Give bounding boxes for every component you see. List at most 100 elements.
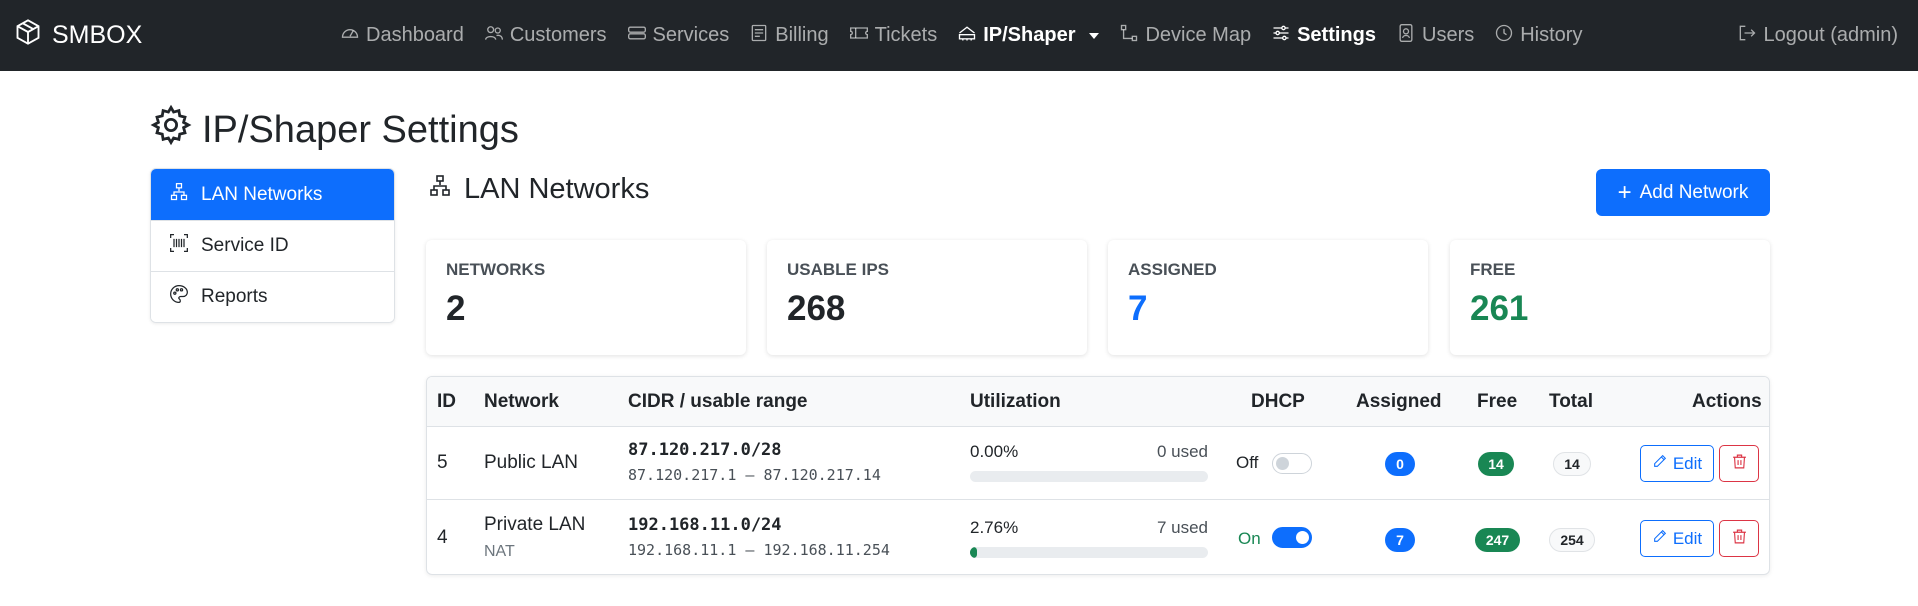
edit-label: Edit [1672,528,1703,548]
nav-device-map[interactable]: Device Map [1109,23,1261,49]
toggle-knob [1276,457,1289,470]
section-title: LAN Networks [428,173,649,206]
nav-users[interactable]: Users [1386,23,1484,49]
dhcp-toggle[interactable] [1272,527,1312,548]
sidebar-item-label: Reports [201,286,268,307]
nav-services[interactable]: Services [617,23,740,49]
nav-label: Customers [509,24,607,46]
speedometer-icon [340,23,360,49]
utilization-bar [970,471,1208,482]
utilization-bar [970,547,1208,558]
total-badge: 254 [1549,528,1595,552]
sidebar-item-label: LAN Networks [201,183,323,205]
row-utilization-percent: 2.76% [970,518,1019,537]
ticket-icon [849,23,869,49]
row-utilization-used: 7 used [1156,518,1208,537]
people-icon [484,23,504,49]
stat-value: 2 [446,289,466,328]
brand-name: SMBOX [52,21,143,49]
column-header: Free [1477,391,1518,412]
column-header: Actions [1692,391,1762,412]
row-cidr: 87.120.217.0/28 [628,440,782,460]
person-badge-icon [1396,23,1416,49]
column-header: Network [484,391,559,412]
brand[interactable]: SMBOX [14,0,142,71]
logout-label: Logout (admin) [1763,24,1898,46]
pencil-icon [1652,528,1668,549]
upc-scan-icon [169,233,189,259]
stat-card-networks: NETWORKS 2 [426,240,746,355]
nav-label: Billing [775,24,829,46]
nav-label: Device Map [1145,24,1252,46]
receipt-icon [749,23,769,49]
stat-label: NETWORKS [446,260,546,279]
nav-label: Dashboard [366,24,464,46]
row-id: 5 [437,452,448,473]
stat-label: ASSIGNED [1128,260,1217,279]
section-title-text: LAN Networks [464,173,650,205]
edit-button[interactable]: Edit [1640,520,1714,557]
dhcp-toggle[interactable] [1272,453,1312,474]
nav-label: Tickets [874,24,938,46]
sidebar-item-reports[interactable]: Reports [151,271,394,322]
row-dhcp-status: On [1238,529,1261,548]
main-nav: Dashboard Customers Services Billing Tic… [330,0,1592,71]
stat-value: 261 [1470,289,1529,328]
edit-label: Edit [1672,453,1703,473]
nav-history[interactable]: History [1484,23,1592,49]
column-header: Total [1549,391,1593,412]
free-badge: 14 [1478,452,1514,476]
add-network-button[interactable]: + Add Network [1596,169,1770,216]
stat-card-assigned: ASSIGNED 7 [1108,240,1428,355]
network-icon [957,23,977,49]
row-network-name: Public LAN [484,452,578,473]
column-header: DHCP [1251,391,1305,412]
delete-button[interactable] [1719,520,1759,557]
nav-dashboard[interactable]: Dashboard [330,23,474,49]
nav-label: History [1520,24,1583,46]
nav-label: Services [652,24,730,46]
nav-billing[interactable]: Billing [739,23,838,49]
column-header: ID [437,391,456,412]
row-network-name: Private LAN [484,514,586,535]
page-title-text: IP/Shaper Settings [202,108,519,151]
clock-history-icon [1494,23,1514,49]
logout-link[interactable]: Logout (admin) [1737,0,1898,71]
row-usable-range: 192.168.11.1 – 192.168.11.254 [628,541,890,559]
page-title: IP/Shaper Settings [150,104,519,156]
delete-button[interactable] [1719,445,1759,482]
row-usable-range: 87.120.217.1 – 87.120.217.14 [628,466,881,484]
table-header: ID Network CIDR / usable range Utilizati… [427,377,1769,427]
add-network-label: Add Network [1639,181,1749,203]
row-utilization-percent: 0.00% [970,442,1019,461]
stat-card-free: FREE 261 [1450,240,1770,355]
edit-button[interactable]: Edit [1640,445,1714,482]
nav-label: Users [1422,24,1475,46]
top-navbar: SMBOX Dashboard Customers Services Billi… [0,0,1918,71]
toggle-knob [1296,531,1309,544]
chevron-down-icon [1089,32,1100,39]
column-header: Assigned [1356,391,1442,412]
nav-tickets[interactable]: Tickets [839,23,948,49]
trash-icon [1731,528,1748,550]
hdd-stack-icon [627,23,647,49]
box-icon [14,18,42,53]
settings-sidebar: LAN Networks Service ID Reports [150,168,395,323]
diagram-3-icon [428,173,452,206]
nav-ip-shaper-dropdown[interactable]: IP/Shaper [947,23,1109,49]
trash-icon [1731,453,1748,475]
stat-label: FREE [1470,260,1516,279]
nav-settings[interactable]: Settings [1261,23,1386,49]
assigned-badge: 7 [1385,528,1415,552]
utilization-bar-fill [970,547,978,558]
nav-label: Settings [1297,24,1376,46]
nav-label: IP/Shaper [983,24,1076,46]
plus-icon: + [1617,178,1632,206]
box-arrow-right-icon [1737,23,1757,49]
nav-customers[interactable]: Customers [474,23,617,49]
stat-label: USABLE IPS [787,260,890,279]
sidebar-item-service-id[interactable]: Service ID [151,220,394,271]
sidebar-item-lan-networks[interactable]: LAN Networks [151,169,394,220]
gear-icon [150,104,192,156]
column-header: CIDR / usable range [628,391,808,412]
